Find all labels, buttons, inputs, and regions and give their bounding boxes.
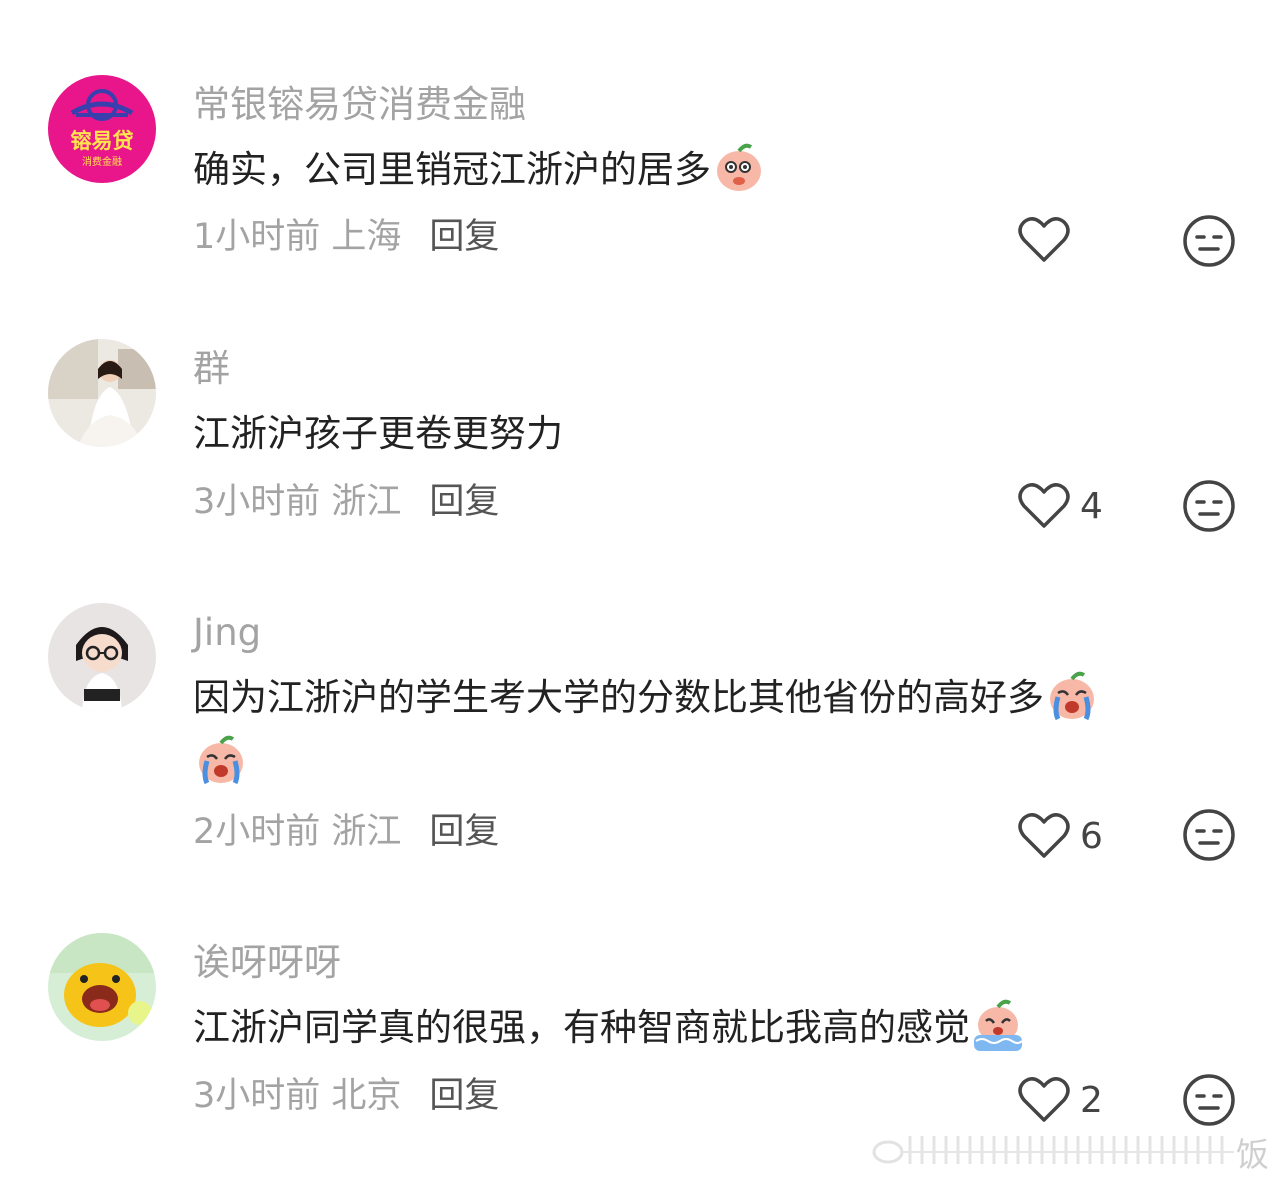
like-button[interactable]: 4 bbox=[1018, 480, 1103, 532]
crying-peach-emoji bbox=[193, 731, 249, 787]
heart-outline-icon bbox=[1018, 217, 1070, 262]
comment-text-row: 因为江浙沪的学生考大学的分数比其他省份的高好多 bbox=[193, 666, 1224, 794]
avatar[interactable] bbox=[48, 603, 156, 711]
reply-button[interactable]: 回复 bbox=[429, 812, 499, 852]
comment-author[interactable]: 诶呀呀呀 bbox=[193, 944, 341, 981]
like-count: 4 bbox=[1080, 485, 1103, 527]
comment-author[interactable]: 常银镕易贷消费金融 bbox=[193, 86, 526, 123]
heart-outline-icon bbox=[1018, 1077, 1070, 1122]
comment-text: 因为江浙沪的学生考大学的分数比其他省份的高好多 bbox=[193, 676, 1044, 719]
avatar[interactable]: 镕易贷 消费金融 bbox=[48, 75, 156, 183]
comment-meta: 1小时前 上海 回复 bbox=[193, 220, 499, 255]
comment-text-row: 江浙沪孩子更卷更努力 bbox=[193, 402, 1224, 466]
crying-peach-emoji bbox=[1044, 667, 1100, 723]
reply-button[interactable]: 回复 bbox=[429, 1076, 499, 1116]
avatar-logo-subtext: 消费金融 bbox=[82, 157, 122, 168]
heart-outline-icon bbox=[1018, 813, 1070, 858]
like-count: 6 bbox=[1080, 815, 1103, 857]
comment-meta: 3小时前 浙江 回复 bbox=[193, 485, 499, 520]
like-button[interactable] bbox=[1018, 214, 1080, 266]
like-button[interactable]: 6 bbox=[1018, 810, 1103, 862]
time-location: 3小时前 北京 bbox=[193, 1076, 402, 1116]
tears-flood-peach-emoji bbox=[970, 997, 1026, 1053]
comment-author[interactable]: Jing bbox=[193, 614, 261, 651]
avatar[interactable] bbox=[48, 933, 156, 1041]
comment-text-row: 江浙沪同学真的很强，有种智商就比我高的感觉 bbox=[193, 996, 1224, 1060]
comment-meta: 3小时前 北京 回复 bbox=[193, 1079, 499, 1114]
neutral-face-icon[interactable] bbox=[1182, 479, 1236, 533]
neutral-face-icon[interactable] bbox=[1182, 808, 1236, 862]
avatar-logo-text: 镕易贷 bbox=[70, 129, 134, 153]
watermark-graphic bbox=[872, 1136, 1234, 1164]
heart-outline-icon bbox=[1018, 483, 1070, 528]
comment-author[interactable]: 群 bbox=[193, 350, 230, 387]
reply-button[interactable]: 回复 bbox=[429, 217, 499, 257]
avatar[interactable] bbox=[48, 339, 156, 447]
neutral-face-icon[interactable] bbox=[1182, 214, 1236, 268]
time-location: 2小时前 浙江 bbox=[193, 812, 402, 852]
time-location: 3小时前 浙江 bbox=[193, 482, 402, 522]
comment-text: 确实，公司里销冠江浙沪的居多 bbox=[193, 148, 711, 191]
comment-meta: 2小时前 浙江 回复 bbox=[193, 815, 499, 850]
comment-text-row: 确实，公司里销冠江浙沪的居多 bbox=[193, 138, 1224, 202]
like-button[interactable]: 2 bbox=[1018, 1074, 1103, 1126]
reply-button[interactable]: 回复 bbox=[429, 482, 499, 522]
comment-text: 江浙沪同学真的很强，有种智商就比我高的感觉 bbox=[193, 1006, 970, 1049]
like-count: 2 bbox=[1080, 1079, 1103, 1121]
time-location: 1小时前 上海 bbox=[193, 217, 402, 257]
shy-peach-emoji bbox=[711, 139, 767, 195]
comment-text: 江浙沪孩子更卷更努力 bbox=[193, 412, 563, 455]
watermark-text: 饭 bbox=[1236, 1135, 1269, 1174]
neutral-face-icon[interactable] bbox=[1182, 1073, 1236, 1127]
